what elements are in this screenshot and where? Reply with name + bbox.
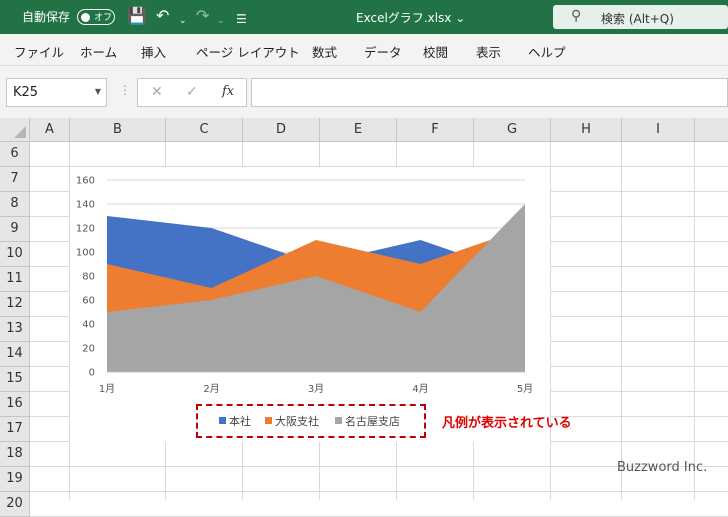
select-all-corner[interactable]: [0, 118, 30, 142]
filename-dropdown-icon: ⌄: [455, 11, 466, 25]
y-tick-label: 0: [89, 368, 95, 379]
column-header-f[interactable]: F: [397, 118, 474, 142]
formula-buttons: ✕ ✓ fx: [137, 78, 247, 107]
enter-icon[interactable]: ✓: [186, 84, 198, 100]
area-chart[interactable]: 0 20 40 60 80 100 120 140 160 1月 2月 3月 4月 5月 本社 大阪支社 名古屋…: [70, 167, 550, 442]
tab-review[interactable]: 校閲: [423, 42, 448, 61]
redo-dropdown-icon[interactable]: ⌄: [217, 11, 225, 31]
file-name[interactable]: Excelグラフ.xlsx ⌄: [356, 9, 465, 26]
row-header-7[interactable]: 7: [0, 167, 30, 192]
x-tick-label: 1月: [99, 383, 115, 395]
save-icon[interactable]: 💾: [127, 6, 147, 26]
row-header-13[interactable]: 13: [0, 317, 30, 342]
undo-icon[interactable]: ↶: [156, 6, 169, 26]
row-header-9[interactable]: 9: [0, 217, 30, 242]
row-header-14[interactable]: 14: [0, 342, 30, 367]
column-header-g[interactable]: G: [474, 118, 551, 142]
customize-qat-icon[interactable]: ☰: [236, 9, 247, 29]
name-box-dropdown-icon[interactable]: ▼: [95, 87, 101, 96]
annotation-text: 凡例が表示されている: [442, 416, 572, 431]
search-box[interactable]: ⚲ 検索 (Alt+Q): [553, 5, 728, 29]
search-icon: ⚲: [571, 8, 582, 24]
tab-view[interactable]: 表示: [476, 42, 501, 61]
tab-file[interactable]: ファイル: [14, 42, 64, 61]
column-gridline: [550, 142, 551, 500]
column-header-e[interactable]: E: [320, 118, 397, 142]
column-gridline: [694, 142, 695, 500]
insert-function-icon[interactable]: fx: [222, 84, 234, 99]
formula-bar: K25 ▼ ⋮ ✕ ✓ fx: [0, 66, 728, 118]
y-tick-label: 80: [82, 272, 95, 283]
redo-icon[interactable]: ↷: [196, 6, 209, 26]
y-tick-label: 40: [82, 320, 95, 331]
x-tick-label: 2月: [203, 383, 219, 395]
ribbon-tabs: ファイル ホーム 挿入 ページ レイアウト 数式 データ 校閲 表示 ヘルプ: [0, 34, 728, 66]
row-header-18[interactable]: 18: [0, 442, 30, 467]
y-tick-label: 60: [82, 296, 95, 307]
y-tick-label: 120: [76, 224, 95, 235]
x-tick-label: 3月: [308, 383, 324, 395]
column-header-a[interactable]: A: [30, 118, 70, 142]
y-tick-label: 140: [76, 200, 95, 211]
row-gridline: [30, 491, 728, 492]
row-header-19[interactable]: 19: [0, 467, 30, 492]
column-header-d[interactable]: D: [243, 118, 320, 142]
row-header-12[interactable]: 12: [0, 292, 30, 317]
autosave-state: オフ: [94, 13, 113, 23]
row-header-10[interactable]: 10: [0, 242, 30, 267]
tab-home[interactable]: ホーム: [80, 42, 117, 61]
row-header-16[interactable]: 16: [0, 392, 30, 417]
row-header-15[interactable]: 15: [0, 367, 30, 392]
column-header-i[interactable]: I: [622, 118, 695, 142]
x-tick-label: 5月: [517, 383, 533, 395]
formula-bar-handle-icon[interactable]: ⋮: [119, 83, 131, 97]
row-header-11[interactable]: 11: [0, 267, 30, 292]
tab-formulas[interactable]: 数式: [312, 42, 337, 61]
y-tick-label: 160: [76, 176, 95, 187]
watermark: Buzzword Inc.: [617, 460, 708, 475]
tab-insert[interactable]: 挿入: [141, 42, 166, 61]
chart-svg: 0204060801001201401601月 2月 3月 4月 5月本社 大阪支社 名古屋…: [76, 176, 533, 429]
autosave-label: 自動保存: [22, 10, 71, 24]
x-tick-label: 4月: [412, 383, 428, 395]
formula-input[interactable]: [251, 78, 728, 107]
column-header-c[interactable]: C: [166, 118, 243, 142]
column-header-overflow[interactable]: [695, 118, 728, 142]
row-header-6[interactable]: 6: [0, 142, 30, 167]
search-label: 検索 (Alt+Q): [601, 12, 674, 26]
undo-dropdown-icon[interactable]: ⌄: [179, 11, 187, 31]
autosave-toggle[interactable]: オフ: [77, 9, 115, 25]
cancel-icon[interactable]: ✕: [151, 84, 163, 100]
tab-help[interactable]: ヘルプ: [528, 42, 566, 61]
column-gridline: [621, 142, 622, 500]
row-header-20[interactable]: 20: [0, 492, 30, 517]
toggle-knob: [81, 12, 90, 22]
name-box[interactable]: K25 ▼: [6, 78, 107, 107]
title-bar: 自動保存 オフ 💾 ↶ ⌄ ↷ ⌄ ☰ Excelグラフ.xlsx ⌄ ⚲ 検索…: [0, 0, 728, 34]
legend-highlight-box: [196, 404, 426, 438]
name-box-value: K25: [13, 85, 39, 100]
column-header-h[interactable]: H: [551, 118, 622, 142]
row-header-17[interactable]: 17: [0, 417, 30, 442]
tab-page-layout[interactable]: ページ レイアウト: [196, 42, 300, 61]
row-header-8[interactable]: 8: [0, 192, 30, 217]
tab-data[interactable]: データ: [364, 42, 402, 61]
column-header-b[interactable]: B: [70, 118, 166, 142]
y-tick-label: 100: [76, 248, 95, 259]
y-tick-label: 20: [82, 344, 95, 355]
